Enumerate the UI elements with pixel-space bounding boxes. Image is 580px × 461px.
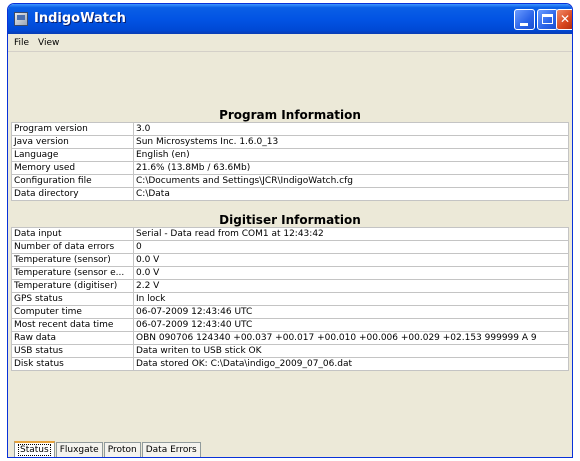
- row-label: Most recent data time: [11, 318, 134, 332]
- table-row: Most recent data time 06-07-2009 12:43:40…: [11, 318, 569, 332]
- row-value: 3.0: [133, 122, 569, 136]
- menu-view[interactable]: View: [38, 38, 59, 48]
- row-label: Java version: [11, 135, 134, 149]
- row-label: Temperature (digitiser): [11, 279, 134, 293]
- tab-proton[interactable]: Proton: [103, 442, 141, 457]
- row-label: Configuration file: [11, 174, 134, 188]
- row-label: USB status: [11, 344, 134, 358]
- digitiser-info-table: Data input Serial - Data read from COM1 a…: [11, 227, 569, 371]
- row-value: 0.0 V: [133, 266, 569, 280]
- tab-label: Fluxgate: [59, 445, 99, 455]
- table-row: Number of data errors 0: [11, 240, 569, 254]
- table-row: Program version 3.0: [11, 122, 569, 136]
- table-row: Data directory C:\Data: [11, 187, 569, 201]
- table-row: Language English (en): [11, 148, 569, 162]
- row-value: 21.6% (13.8Mb / 63.6Mb): [133, 161, 569, 175]
- digitiser-info-heading: Digitiser Information: [219, 213, 361, 227]
- row-value: English (en): [133, 148, 569, 162]
- row-label: Memory used: [11, 161, 134, 175]
- maximize-icon: [542, 14, 553, 24]
- row-label: Temperature (sensor e...: [11, 266, 134, 280]
- close-icon: ✕: [559, 12, 571, 26]
- tab-strip: Status Fluxgate Proton Data Errors: [14, 441, 202, 457]
- row-value: OBN 090706 124340 +00.037 +00.017 +00.01…: [133, 331, 569, 345]
- program-info-table: Program version 3.0 Java version Sun Micros…: [11, 122, 569, 201]
- row-label: Data input: [11, 227, 134, 241]
- row-label: Raw data: [11, 331, 134, 345]
- close-button[interactable]: ✕: [556, 9, 572, 30]
- table-row: USB status Data writen to USB stick OK: [11, 344, 569, 358]
- row-value: 0: [133, 240, 569, 254]
- row-value: 06-07-2009 12:43:46 UTC: [133, 305, 569, 319]
- table-row: Temperature (digitiser) 2.2 V: [11, 279, 569, 293]
- app-icon[interactable]: [14, 12, 28, 26]
- maximize-button[interactable]: [537, 9, 558, 30]
- menu-bar: File View: [8, 34, 572, 52]
- tab-label: Data Errors: [145, 445, 197, 455]
- row-value: Data writen to USB stick OK: [133, 344, 569, 358]
- tab-data-errors[interactable]: Data Errors: [141, 442, 201, 457]
- row-value: C:\Data: [133, 187, 569, 201]
- minimize-button[interactable]: [514, 9, 535, 30]
- tab-status[interactable]: Status: [14, 441, 55, 457]
- app-window: IndigoWatch ✕ File View Program Informat…: [7, 3, 573, 458]
- row-label: GPS status: [11, 292, 134, 306]
- table-row: Disk status Data stored OK: C:\Data\indig…: [11, 357, 569, 371]
- row-value: Sun Microsystems Inc. 1.6.0_13: [133, 135, 569, 149]
- row-value: C:\Documents and Settings\JCR\IndigoWatc…: [133, 174, 569, 188]
- table-row: GPS status In lock: [11, 292, 569, 306]
- row-label: Temperature (sensor): [11, 253, 134, 267]
- minimize-icon: [520, 23, 528, 26]
- table-row: Temperature (sensor) 0.0 V: [11, 253, 569, 267]
- tab-fluxgate[interactable]: Fluxgate: [55, 442, 103, 457]
- row-value: Data stored OK: C:\Data\indigo_2009_07_0…: [133, 357, 569, 371]
- row-label: Number of data errors: [11, 240, 134, 254]
- table-row: Computer time 06-07-2009 12:43:46 UTC: [11, 305, 569, 319]
- program-info-heading: Program Information: [219, 108, 361, 122]
- row-label: Data directory: [11, 187, 134, 201]
- row-label: Language: [11, 148, 134, 162]
- table-row: Raw data OBN 090706 124340 +00.037 +00.01…: [11, 331, 569, 345]
- menu-file[interactable]: File: [14, 38, 29, 48]
- row-value: 06-07-2009 12:43:40 UTC: [133, 318, 569, 332]
- window-title: IndigoWatch: [34, 11, 126, 26]
- table-row: Memory used 21.6% (13.8Mb / 63.6Mb): [11, 161, 569, 175]
- row-value: Serial - Data read from COM1 at 12:43:42: [133, 227, 569, 241]
- status-panel: Program Information Program version 3.0 Ja…: [11, 56, 569, 436]
- row-label: Program version: [11, 122, 134, 136]
- row-value: In lock: [133, 292, 569, 306]
- row-label: Computer time: [11, 305, 134, 319]
- table-row: Data input Serial - Data read from COM1 a…: [11, 227, 569, 241]
- tab-label: Status: [18, 444, 51, 456]
- row-value: 2.2 V: [133, 279, 569, 293]
- title-bar[interactable]: IndigoWatch ✕: [8, 4, 572, 34]
- row-value: 0.0 V: [133, 253, 569, 267]
- row-label: Disk status: [11, 357, 134, 371]
- table-row: Configuration file C:\Documents and Setti…: [11, 174, 569, 188]
- tab-label: Proton: [107, 445, 137, 455]
- table-row: Java version Sun Microsystems Inc. 1.6.0_…: [11, 135, 569, 149]
- table-row: Temperature (sensor e... 0.0 V: [11, 266, 569, 280]
